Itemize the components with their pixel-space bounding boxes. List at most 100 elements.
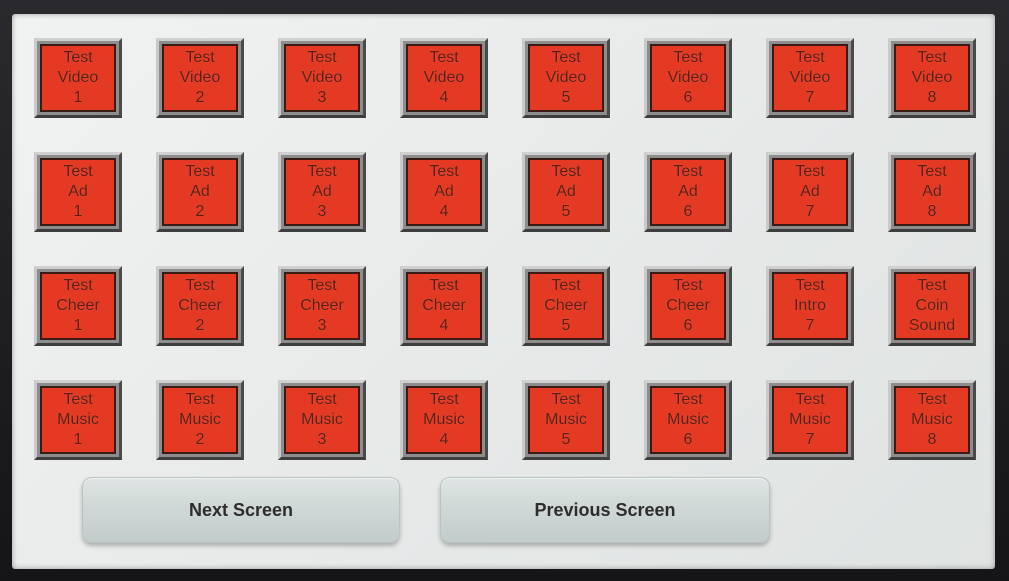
- button-label-line: Test: [185, 277, 215, 294]
- button-face: Test Ad 5: [528, 158, 604, 226]
- button-label-line: Cheer: [178, 297, 222, 314]
- grid-cell: Test Ad 5: [518, 150, 616, 234]
- test-video-2-button[interactable]: Test Video 2: [156, 38, 244, 118]
- button-label-line: Cheer: [422, 297, 466, 314]
- test-cheer-2-button[interactable]: Test Cheer 2: [156, 266, 244, 346]
- button-label-line: Test: [429, 391, 459, 408]
- button-face: Test Video 8: [894, 44, 970, 112]
- grid-cell: Test Video 7: [762, 36, 860, 120]
- grid-cell: Test Cheer 1: [30, 264, 128, 348]
- test-ad-1-button[interactable]: Test Ad 1: [34, 152, 122, 232]
- test-music-3-button[interactable]: Test Music 3: [278, 380, 366, 460]
- test-music-5-button[interactable]: Test Music 5: [522, 380, 610, 460]
- button-face: Test Video 5: [528, 44, 604, 112]
- button-face: Test Video 7: [772, 44, 848, 112]
- button-label-line: 3: [317, 317, 327, 334]
- button-label-line: Video: [667, 69, 709, 86]
- button-label-line: Music: [57, 411, 99, 428]
- test-cheer-6-button[interactable]: Test Cheer 6: [644, 266, 732, 346]
- test-video-6-button[interactable]: Test Video 6: [644, 38, 732, 118]
- button-label-line: Ad: [190, 183, 210, 200]
- button-label-line: 6: [683, 431, 693, 448]
- button-label-line: Cheer: [300, 297, 344, 314]
- test-ad-5-button[interactable]: Test Ad 5: [522, 152, 610, 232]
- button-label-line: 2: [195, 317, 205, 334]
- button-label-line: Test: [795, 277, 825, 294]
- button-face: Test Ad 8: [894, 158, 970, 226]
- test-cheer-1-button[interactable]: Test Cheer 1: [34, 266, 122, 346]
- button-label-line: Test: [551, 49, 581, 66]
- grid-cell: Test Coin Sound: [884, 264, 982, 348]
- test-ad-4-button[interactable]: Test Ad 4: [400, 152, 488, 232]
- test-music-4-button[interactable]: Test Music 4: [400, 380, 488, 460]
- button-label-line: Test: [429, 49, 459, 66]
- test-ad-8-button[interactable]: Test Ad 8: [888, 152, 976, 232]
- button-label-line: Test: [185, 49, 215, 66]
- button-label-line: Test: [185, 163, 215, 180]
- button-label-line: Test: [63, 49, 93, 66]
- button-label-line: Ad: [922, 183, 942, 200]
- test-ad-6-button[interactable]: Test Ad 6: [644, 152, 732, 232]
- button-label-line: Test: [917, 391, 947, 408]
- previous-screen-button[interactable]: Previous Screen: [440, 477, 770, 543]
- test-video-3-button[interactable]: Test Video 3: [278, 38, 366, 118]
- button-label-line: 7: [805, 89, 815, 106]
- test-music-7-button[interactable]: Test Music 7: [766, 380, 854, 460]
- test-music-6-button[interactable]: Test Music 6: [644, 380, 732, 460]
- button-label-line: Test: [795, 391, 825, 408]
- button-face: Test Video 2: [162, 44, 238, 112]
- button-label-line: 8: [927, 89, 937, 106]
- test-cheer-3-button[interactable]: Test Cheer 3: [278, 266, 366, 346]
- button-label-line: Music: [179, 411, 221, 428]
- test-ad-3-button[interactable]: Test Ad 3: [278, 152, 366, 232]
- button-label-line: Video: [301, 69, 343, 86]
- button-face: Test Video 6: [650, 44, 726, 112]
- test-music-1-button[interactable]: Test Music 1: [34, 380, 122, 460]
- button-label-line: Test: [307, 391, 337, 408]
- button-label-line: 5: [561, 317, 571, 334]
- button-label-line: Test: [917, 277, 947, 294]
- test-intro-7-button[interactable]: Test Intro 7: [766, 266, 854, 346]
- button-label-line: Intro: [793, 297, 826, 314]
- test-video-4-button[interactable]: Test Video 4: [400, 38, 488, 118]
- button-face: Test Cheer 1: [40, 272, 116, 340]
- button-label-line: 6: [683, 203, 693, 220]
- button-label-line: Video: [789, 69, 831, 86]
- button-label-line: 1: [73, 203, 83, 220]
- test-video-8-button[interactable]: Test Video 8: [888, 38, 976, 118]
- button-label-line: 4: [439, 203, 449, 220]
- test-video-7-button[interactable]: Test Video 7: [766, 38, 854, 118]
- next-screen-button[interactable]: Next Screen: [82, 477, 400, 543]
- button-face: Test Music 1: [40, 386, 116, 454]
- button-face: Test Music 8: [894, 386, 970, 454]
- button-face: Test Cheer 3: [284, 272, 360, 340]
- button-label-line: 3: [317, 89, 327, 106]
- test-coin-sound-button[interactable]: Test Coin Sound: [888, 266, 976, 346]
- button-label-line: Test: [673, 163, 703, 180]
- test-cheer-4-button[interactable]: Test Cheer 4: [400, 266, 488, 346]
- button-label-line: 2: [195, 431, 205, 448]
- button-label-line: Ad: [68, 183, 88, 200]
- button-label-line: 6: [683, 317, 693, 334]
- test-ad-2-button[interactable]: Test Ad 2: [156, 152, 244, 232]
- button-label-line: Music: [667, 411, 709, 428]
- test-ad-7-button[interactable]: Test Ad 7: [766, 152, 854, 232]
- test-video-5-button[interactable]: Test Video 5: [522, 38, 610, 118]
- button-label-line: Ad: [434, 183, 454, 200]
- button-label-line: 2: [195, 203, 205, 220]
- button-label-line: 8: [927, 431, 937, 448]
- grid-cell: Test Music 1: [30, 378, 128, 462]
- button-label-line: Video: [423, 69, 465, 86]
- test-music-2-button[interactable]: Test Music 2: [156, 380, 244, 460]
- button-label-line: 1: [73, 89, 83, 106]
- button-face: Test Ad 6: [650, 158, 726, 226]
- grid-cell: Test Video 4: [396, 36, 494, 120]
- button-label-line: 7: [805, 317, 815, 334]
- button-label-line: Test: [307, 163, 337, 180]
- test-music-8-button[interactable]: Test Music 8: [888, 380, 976, 460]
- grid-cell: Test Music 5: [518, 378, 616, 462]
- button-label-line: 3: [317, 203, 327, 220]
- test-video-1-button[interactable]: Test Video 1: [34, 38, 122, 118]
- test-cheer-5-button[interactable]: Test Cheer 5: [522, 266, 610, 346]
- device-bezel: Test Video 1 Test Video 2 Test Video 3 Test Video 4…: [0, 0, 1009, 581]
